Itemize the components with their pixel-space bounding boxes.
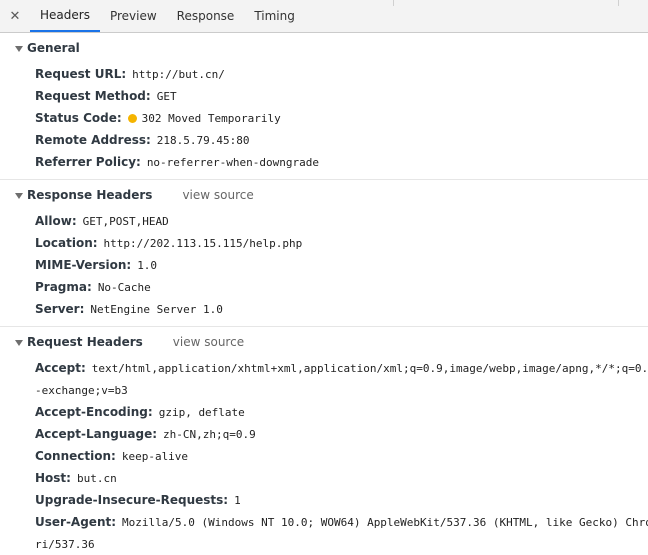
general-row: Referrer Policy: no-referrer-when-downgr… — [0, 151, 648, 173]
header-key: Accept-Encoding: — [35, 405, 153, 419]
response-headers-section: Response Headers view source Allow: GET,… — [0, 180, 648, 327]
header-key: Server: — [35, 302, 85, 316]
view-source-link[interactable]: view source — [182, 188, 253, 202]
header-key: Accept-Language: — [35, 427, 158, 441]
header-key: User-Agent: — [35, 515, 117, 529]
header-value: NetEngine Server 1.0 — [90, 302, 223, 316]
response-header-row: Server: NetEngine Server 1.0 — [0, 298, 648, 320]
request-header-row: Host: but.cn — [0, 467, 648, 489]
general-row: Request Method: GET — [0, 85, 648, 107]
close-icon[interactable]: ✕ — [0, 0, 30, 32]
general-section-header[interactable]: General — [0, 33, 648, 63]
request-header-row: Accept-Language: zh-CN,zh;q=0.9 — [0, 423, 648, 445]
request-header-row: User-Agent: Mozilla/5.0 (Windows NT 10.0… — [0, 511, 648, 533]
header-key: Allow: — [35, 214, 77, 228]
section-title: Request Headers — [27, 335, 143, 349]
header-value: GET — [156, 89, 177, 103]
header-key: Host: — [35, 471, 71, 485]
header-value: 218.5.79.45:80 — [156, 133, 250, 147]
header-value: but.cn — [76, 471, 117, 485]
header-value: text/html,application/xhtml+xml,applicat… — [91, 361, 648, 375]
header-value: zh-CN,zh;q=0.9 — [163, 427, 256, 441]
request-header-row-continuation: ri/537.36 — [0, 533, 648, 555]
header-value: no-referrer-when-downgrade — [146, 155, 319, 169]
response-header-row: Allow: GET,POST,HEAD — [0, 210, 648, 232]
header-value: 302 Moved Temporarily — [141, 111, 281, 125]
header-value: 1.0 — [137, 258, 158, 272]
header-key: Accept: — [35, 361, 86, 375]
divider — [618, 0, 619, 6]
header-key: Pragma: — [35, 280, 92, 294]
triangle-down-icon — [15, 340, 23, 346]
triangle-down-icon — [15, 193, 23, 199]
tab-response[interactable]: Response — [167, 0, 245, 32]
tab-headers[interactable]: Headers — [30, 0, 100, 32]
request-header-row: Accept: text/html,application/xhtml+xml,… — [0, 357, 648, 379]
header-value-continuation: ri/537.36 — [35, 537, 95, 551]
header-key: Location: — [35, 236, 98, 250]
header-key: Connection: — [35, 449, 116, 463]
section-title: General — [27, 41, 80, 55]
status-dot-icon — [127, 113, 137, 123]
response-header-row: Location: http://202.113.15.115/help.php — [0, 232, 648, 254]
response-header-row: MIME-Version: 1.0 — [0, 254, 648, 276]
general-section: General Request URL: http://but.cn/ Requ… — [0, 33, 648, 180]
header-key: Request Method: — [35, 89, 151, 103]
request-header-row: Connection: keep-alive — [0, 445, 648, 467]
header-value: http://202.113.15.115/help.php — [103, 236, 303, 250]
response-header-row: Pragma: No-Cache — [0, 276, 648, 298]
header-value: gzip, deflate — [158, 405, 245, 419]
divider — [393, 0, 394, 6]
tab-preview[interactable]: Preview — [100, 0, 167, 32]
general-row: Request URL: http://but.cn/ — [0, 63, 648, 85]
header-value: 1 — [234, 493, 241, 507]
header-key: Status Code: — [35, 111, 122, 125]
triangle-down-icon — [15, 46, 23, 52]
response-headers-header[interactable]: Response Headers view source — [0, 180, 648, 210]
header-key: Referrer Policy: — [35, 155, 141, 169]
header-value: keep-alive — [121, 449, 189, 463]
header-key: Remote Address: — [35, 133, 151, 147]
header-value: No-Cache — [97, 280, 151, 294]
header-value: http://but.cn/ — [132, 67, 225, 81]
general-row: Remote Address: 218.5.79.45:80 — [0, 129, 648, 151]
header-value-continuation: -exchange;v=b3 — [35, 383, 128, 397]
request-header-row: Upgrade-Insecure-Requests: 1 — [0, 489, 648, 511]
request-headers-header[interactable]: Request Headers view source — [0, 327, 648, 357]
header-key: MIME-Version: — [35, 258, 132, 272]
request-header-row: Accept-Encoding: gzip, deflate — [0, 401, 648, 423]
header-value: Mozilla/5.0 (Windows NT 10.0; WOW64) App… — [122, 515, 648, 529]
tab-bar: ✕ Headers Preview Response Timing — [0, 0, 648, 33]
request-headers-section: Request Headers view source Accept: text… — [0, 327, 648, 555]
general-row: Status Code: 302 Moved Temporarily — [0, 107, 648, 129]
header-key: Request URL: — [35, 67, 127, 81]
header-value: GET,POST,HEAD — [82, 214, 169, 228]
section-title: Response Headers — [27, 188, 153, 202]
request-header-row-continuation: -exchange;v=b3 — [0, 379, 648, 401]
header-key: Upgrade-Insecure-Requests: — [35, 493, 229, 507]
view-source-link[interactable]: view source — [173, 335, 244, 349]
tab-timing[interactable]: Timing — [244, 0, 305, 32]
